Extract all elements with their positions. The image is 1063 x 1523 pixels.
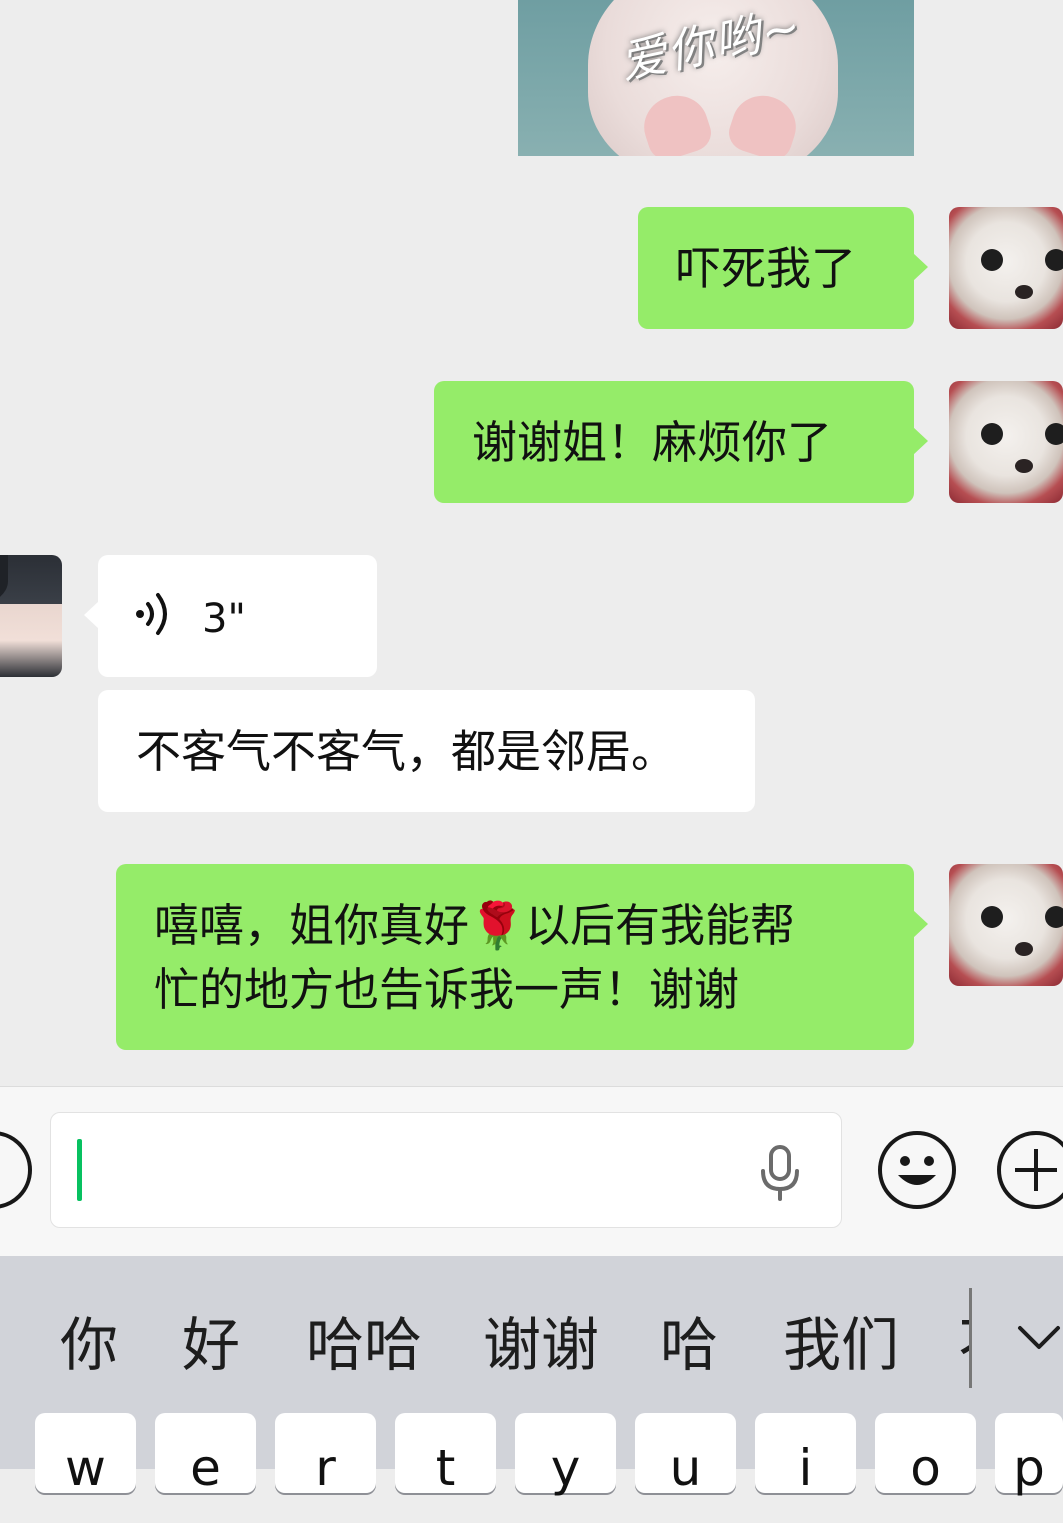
- key-w[interactable]: w: [35, 1413, 136, 1497]
- key-u[interactable]: u: [635, 1413, 736, 1497]
- candidate-word[interactable]: 谢谢: [483, 1298, 599, 1382]
- my-avatar[interactable]: [949, 864, 1063, 986]
- key-y[interactable]: y: [515, 1413, 616, 1497]
- message-text: 谢谢姐！麻烦你了: [472, 416, 833, 469]
- message-bubble-sent[interactable]: 嘻嘻，姐你真好🌹以后有我能帮 忙的地方也告诉我一声！谢谢: [116, 864, 928, 1050]
- key-i[interactable]: i: [755, 1413, 856, 1497]
- contact-avatar[interactable]: [0, 555, 62, 677]
- my-avatar[interactable]: [949, 381, 1063, 503]
- candidate-word[interactable]: 好: [182, 1298, 240, 1382]
- key-p[interactable]: p: [995, 1413, 1063, 1497]
- candidate-bar: 你 好 哈哈 谢谢 哈 我们 不: [0, 1256, 1063, 1404]
- candidate-word-partial[interactable]: 不: [958, 1298, 969, 1368]
- emoji-button[interactable]: [878, 1131, 956, 1209]
- candidate-word[interactable]: 我们: [783, 1298, 899, 1382]
- emoji-icon: [898, 1156, 936, 1185]
- voice-duration: 3": [202, 596, 246, 642]
- candidate-word[interactable]: 你: [60, 1298, 118, 1382]
- candidate-word[interactable]: 哈哈: [306, 1298, 422, 1382]
- voice-toggle-button[interactable]: [0, 1131, 32, 1209]
- message-bubble-received[interactable]: 不客气不客气，都是邻居。: [98, 690, 755, 812]
- key-o[interactable]: o: [875, 1413, 976, 1497]
- candidate-divider: [969, 1288, 972, 1388]
- more-options-button[interactable]: [997, 1131, 1063, 1209]
- voice-wave-icon: [136, 593, 167, 635]
- microphone-icon[interactable]: [757, 1145, 803, 1201]
- text-caret: [77, 1139, 82, 1201]
- message-text: 不客气不客气，都是邻居。: [136, 725, 677, 778]
- input-bar: [0, 1086, 1063, 1257]
- voice-message-bubble[interactable]: 3": [84, 555, 377, 677]
- message-text: 吓死我了: [676, 242, 857, 295]
- candidate-word[interactable]: 哈: [660, 1298, 718, 1382]
- key-t[interactable]: t: [395, 1413, 496, 1497]
- key-r[interactable]: r: [275, 1413, 376, 1497]
- my-avatar[interactable]: [949, 207, 1063, 329]
- message-text-line-2: 忙的地方也告诉我一声！谢谢: [154, 962, 740, 1016]
- message-bubble-sent[interactable]: 谢谢姐！麻烦你了: [434, 381, 928, 503]
- message-bubble-sent[interactable]: 吓死我了: [638, 207, 928, 329]
- plus-icon: [1015, 1149, 1057, 1191]
- chat-area[interactable]: 爱你哟~ 吓死我了 谢谢姐！麻烦你了 3" 不客气不客气，都是邻居。 嘻嘻，姐你…: [0, 0, 1063, 1086]
- message-input[interactable]: [50, 1112, 842, 1228]
- sticker-message[interactable]: 爱你哟~: [518, 0, 914, 156]
- key-e[interactable]: e: [155, 1413, 256, 1497]
- keyboard: 你 好 哈哈 谢谢 哈 我们 不 w e r t y u i o p: [0, 1256, 1063, 1497]
- chevron-down-icon[interactable]: [1016, 1314, 1062, 1360]
- keyboard-row-top: w e r t y u i o p: [0, 1413, 1063, 1497]
- message-text-line-1: 嘻嘻，姐你真好🌹以后有我能帮: [154, 899, 796, 952]
